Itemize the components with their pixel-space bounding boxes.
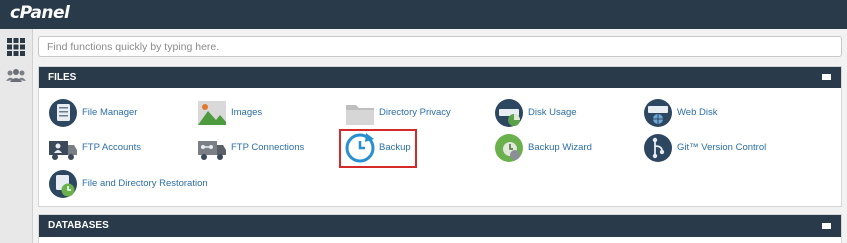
file-manager-icon <box>49 99 77 127</box>
files-header[interactable]: FILES <box>39 67 841 88</box>
item-label: Git™ Version Control <box>677 142 767 153</box>
disk-usage-icon <box>495 99 523 127</box>
images-icon <box>198 101 226 125</box>
item-label: File and Directory Restoration <box>82 178 208 189</box>
cpanel-logo[interactable]: cPanel <box>10 3 70 23</box>
item-label: Web Disk <box>677 107 718 118</box>
item-label: Directory Privacy <box>379 107 451 118</box>
git-icon <box>644 134 672 162</box>
backup-wizard-icon <box>495 134 523 162</box>
section-title: DATABASES <box>48 220 109 231</box>
folder-icon <box>346 105 374 125</box>
collapse-icon[interactable] <box>822 223 831 229</box>
item-label: FTP Accounts <box>82 142 141 153</box>
restore-icon <box>49 170 77 198</box>
ftp-accounts-icon <box>49 141 77 160</box>
item-label: FTP Connections <box>231 142 305 153</box>
users-icon[interactable] <box>6 66 26 86</box>
files-section: FILES File Manager Images Directory Priv… <box>38 66 842 207</box>
section-title: FILES <box>48 72 77 83</box>
item-label: Images <box>231 107 263 118</box>
search-input[interactable] <box>38 36 842 57</box>
databases-header[interactable]: DATABASES <box>39 215 841 237</box>
databases-section: DATABASES <box>38 214 842 243</box>
ftp-connections-icon <box>198 141 226 160</box>
item-label: File Manager <box>82 107 138 118</box>
left-nav <box>0 29 33 243</box>
item-label: Disk Usage <box>528 107 577 118</box>
item-label: Backup Wizard <box>528 142 592 153</box>
web-disk-icon <box>644 99 672 127</box>
backup-highlight <box>339 129 417 168</box>
top-bar: cPanel <box>0 0 847 29</box>
grid-icon[interactable] <box>6 37 26 57</box>
collapse-icon[interactable] <box>822 74 831 80</box>
